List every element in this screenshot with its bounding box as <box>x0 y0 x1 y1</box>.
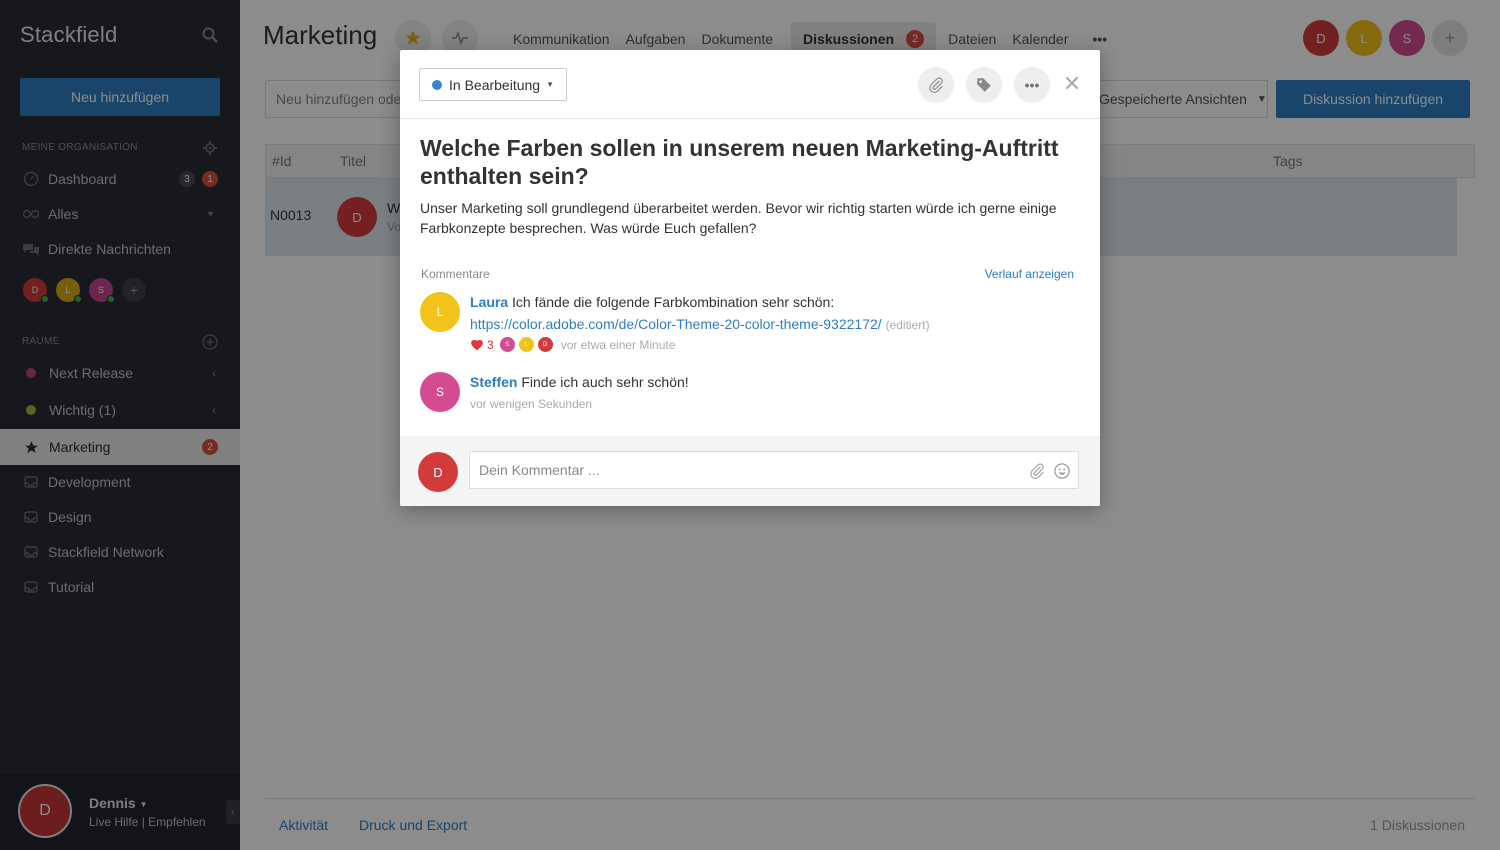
status-label: In Bearbeitung <box>449 76 541 93</box>
comment-avatar[interactable]: S <box>420 372 460 412</box>
discussion-description: Unser Marketing soll grundlegend überarb… <box>420 200 1057 236</box>
comment-link-line: https://color.adobe.com/de/Color-Theme-2… <box>470 316 930 332</box>
like-count: 3 <box>487 337 494 352</box>
edited-label: (editiert) <box>885 318 930 332</box>
show-history-link[interactable]: Verlauf anzeigen <box>985 267 1074 281</box>
more-options-button[interactable]: ••• <box>1014 67 1050 103</box>
comment-text: Finde ich auch sehr schön! <box>521 374 689 390</box>
like-button[interactable]: 3 <box>470 338 494 352</box>
comment-composer: D <box>400 436 1100 506</box>
comment-text: Ich fände die folgende Farbkombination s… <box>512 294 835 310</box>
heart-icon <box>471 339 483 351</box>
emoji-icon[interactable] <box>1053 462 1071 480</box>
status-dot <box>432 79 442 90</box>
comment-author[interactable]: Laura <box>470 294 508 310</box>
comment-text-line: Laura Ich fände die folgende Farbkombina… <box>470 294 834 310</box>
comment-meta: vor wenigen Sekunden <box>470 397 592 411</box>
paperclip-icon[interactable] <box>1028 462 1046 480</box>
paperclip-icon <box>929 77 943 94</box>
comment-meta: 3 S L D vor etwa einer Minute <box>470 337 675 352</box>
caret-down-icon: ▼ <box>546 80 554 89</box>
comment-time: vor etwa einer Minute <box>560 337 676 352</box>
reactor-avatar: L <box>518 337 534 352</box>
tag-button[interactable] <box>966 67 1002 103</box>
current-user-avatar: D <box>418 452 458 492</box>
reactor-avatar: S <box>499 337 515 352</box>
tag-icon <box>977 78 991 92</box>
modal-header: In Bearbeitung ▼ ••• ✕ <box>400 50 1100 119</box>
comment-time: vor wenigen Sekunden <box>470 397 593 411</box>
attach-button[interactable] <box>918 67 954 103</box>
comments-label: Kommentare <box>421 267 490 281</box>
reactor-avatar: D <box>537 337 553 352</box>
comment-link[interactable]: https://color.adobe.com/de/Color-Theme-2… <box>470 316 882 332</box>
status-dropdown[interactable]: In Bearbeitung ▼ <box>419 68 567 101</box>
comment-input[interactable] <box>469 451 1079 489</box>
close-icon[interactable]: ✕ <box>1060 71 1084 96</box>
discussion-title: Welche Farben sollen in unserem neuen Ma… <box>420 135 1059 189</box>
comment-author[interactable]: Steffen <box>470 374 517 390</box>
comment-avatar[interactable]: L <box>420 292 460 332</box>
discussion-modal: In Bearbeitung ▼ ••• ✕ Welche Farben sol… <box>400 50 1100 506</box>
comment-text-line: Steffen Finde ich auch sehr schön! <box>470 374 689 390</box>
